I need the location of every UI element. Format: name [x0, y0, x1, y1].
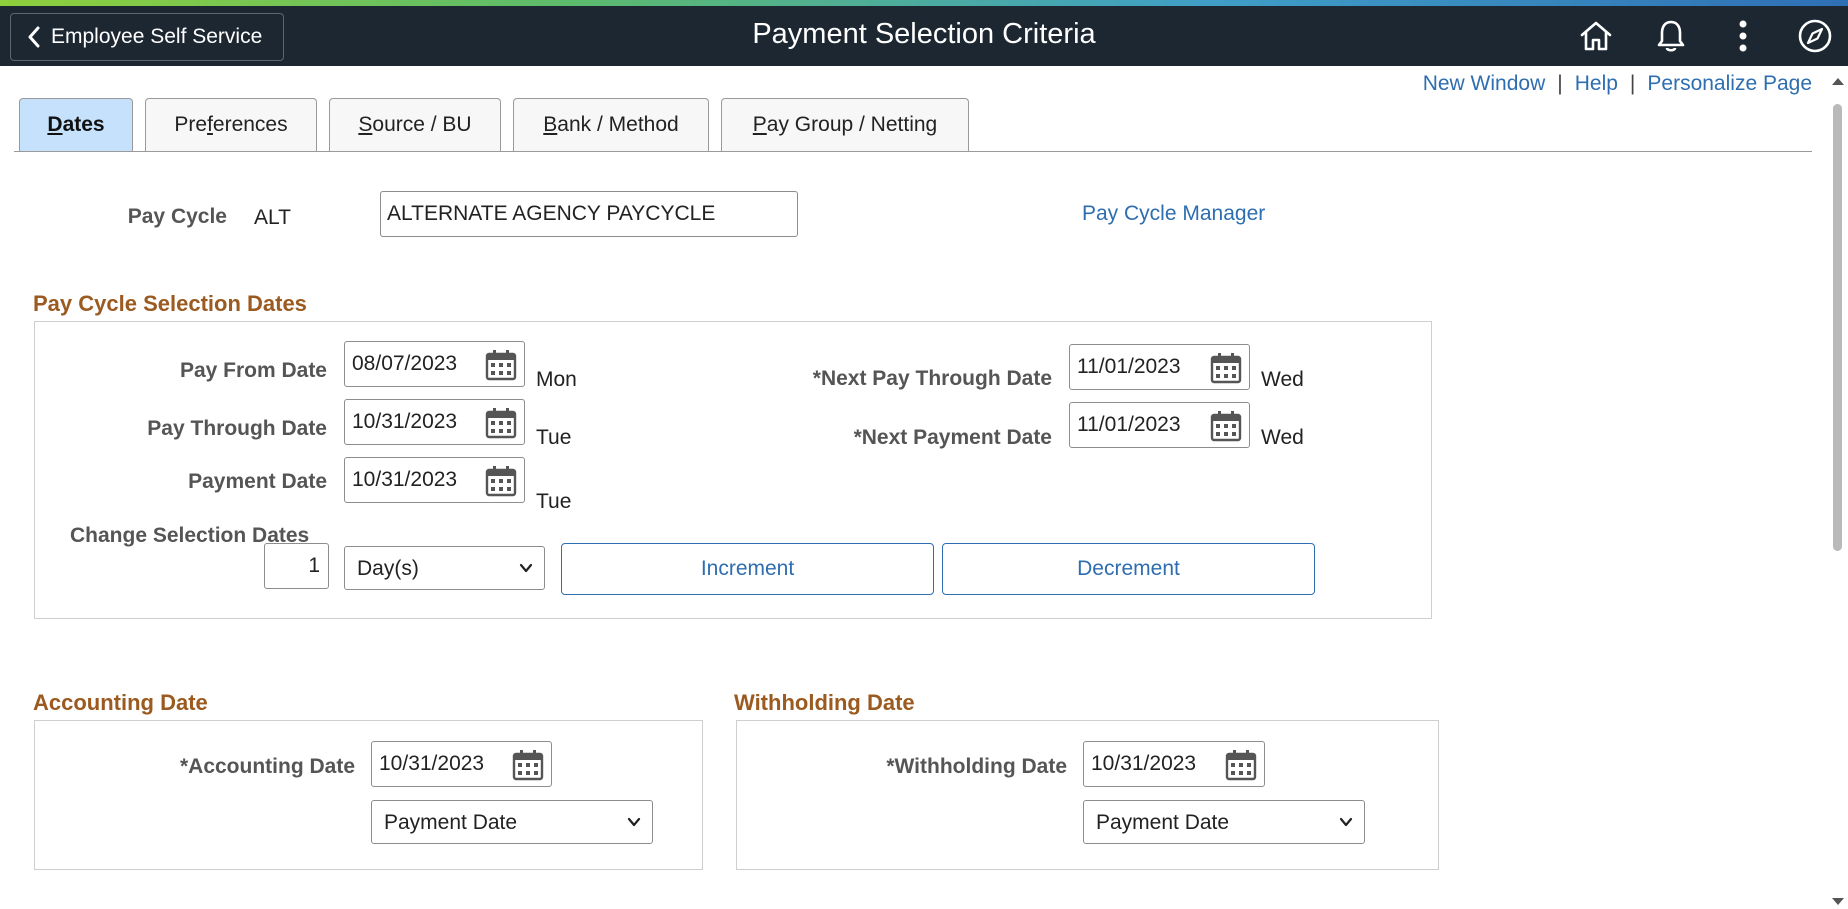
- next-pay-through-date-field[interactable]: 11/01/2023: [1069, 344, 1250, 390]
- payment-date-field[interactable]: 10/31/2023: [344, 457, 525, 503]
- pay-through-date-label: Pay Through Date: [147, 417, 327, 440]
- pay-through-date-field[interactable]: 10/31/2023: [344, 399, 525, 445]
- chevron-down-icon: [627, 817, 641, 827]
- chevron-down-icon: [1339, 817, 1353, 827]
- accounting-date-field[interactable]: 10/31/2023: [371, 741, 552, 787]
- compass-icon[interactable]: [1795, 16, 1835, 56]
- tab-bank-method[interactable]: Bank / Method: [513, 98, 709, 151]
- more-vertical-icon[interactable]: [1723, 16, 1763, 56]
- pay-from-date-field[interactable]: 08/07/2023: [344, 341, 525, 387]
- tab-bar: Dates Pre f erences Source / BU Bank / Met…: [14, 98, 1812, 152]
- tab-pay-group-netting[interactable]: Pay Group / Netting: [721, 98, 969, 151]
- personalize-page-link[interactable]: Personalize Page: [1647, 72, 1812, 95]
- calendar-icon[interactable]: [484, 406, 518, 440]
- tab-source-bu[interactable]: Source / BU: [329, 98, 501, 151]
- tab-dates[interactable]: Dates: [19, 98, 133, 151]
- header-banner: Employee Self Service Payment Selection …: [0, 6, 1848, 66]
- chevron-down-icon: [519, 563, 533, 573]
- vertical-scrollbar[interactable]: [1826, 66, 1848, 909]
- withholding-date-label: *Withholding Date: [886, 755, 1067, 778]
- accounting-date-title: Accounting Date: [33, 690, 208, 715]
- pay-from-day: Mon: [536, 368, 577, 391]
- calendar-icon[interactable]: [484, 464, 518, 498]
- page-links: New Window | Help | Personalize Page: [1423, 72, 1812, 96]
- selection-dates-title: Pay Cycle Selection Dates: [33, 291, 307, 316]
- next-pay-through-day: Wed: [1261, 368, 1304, 391]
- new-window-link[interactable]: New Window: [1423, 72, 1546, 95]
- link-separator: |: [1629, 72, 1636, 95]
- link-separator: |: [1557, 72, 1563, 95]
- accounting-date-basis-select[interactable]: Payment Date: [371, 800, 653, 844]
- withholding-date-basis-select[interactable]: Payment Date: [1083, 800, 1365, 844]
- change-quantity-field[interactable]: 1: [264, 543, 329, 589]
- next-payment-date-field[interactable]: 11/01/2023: [1069, 402, 1250, 448]
- withholding-date-field[interactable]: 10/31/2023: [1083, 741, 1265, 787]
- pay-through-day: Tue: [536, 426, 572, 449]
- calendar-icon[interactable]: [1209, 351, 1243, 385]
- page-title: Payment Selection Criteria: [752, 18, 1096, 50]
- payment-date-label: Payment Date: [188, 470, 327, 493]
- bell-icon[interactable]: [1651, 16, 1691, 56]
- calendar-icon[interactable]: [511, 748, 545, 782]
- payment-day: Tue: [536, 490, 572, 513]
- scroll-down-arrow-icon[interactable]: [1832, 898, 1844, 905]
- decrement-button[interactable]: Decrement: [942, 543, 1315, 595]
- calendar-icon[interactable]: [484, 348, 518, 382]
- pay-cycle-label: Pay Cycle: [127, 205, 227, 228]
- pay-from-date-label: Pay From Date: [179, 359, 327, 382]
- accounting-date-box: [34, 720, 703, 870]
- pay-cycle-description-field[interactable]: ALTERNATE AGENCY PAYCYCLE: [380, 191, 798, 237]
- pay-cycle-manager-link[interactable]: Pay Cycle Manager: [1082, 202, 1265, 226]
- next-pay-through-date-label: *Next Pay Through Date: [812, 367, 1052, 390]
- home-icon[interactable]: [1576, 16, 1616, 56]
- next-payment-day: Wed: [1261, 426, 1304, 449]
- calendar-icon[interactable]: [1224, 748, 1258, 782]
- withholding-date-title: Withholding Date: [734, 690, 915, 715]
- change-unit-select[interactable]: Day(s): [344, 546, 545, 590]
- next-payment-date-label: *Next Payment Date: [853, 426, 1052, 449]
- calendar-icon[interactable]: [1209, 409, 1243, 443]
- accounting-date-label: *Accounting Date: [179, 755, 355, 778]
- pay-cycle-code: ALT: [254, 206, 291, 229]
- help-link[interactable]: Help: [1575, 72, 1618, 95]
- scroll-up-arrow-icon[interactable]: [1832, 78, 1844, 85]
- increment-button[interactable]: Increment: [561, 543, 934, 595]
- scrollbar-thumb[interactable]: [1833, 104, 1842, 551]
- tab-preferences[interactable]: Pre f erences: [145, 98, 317, 151]
